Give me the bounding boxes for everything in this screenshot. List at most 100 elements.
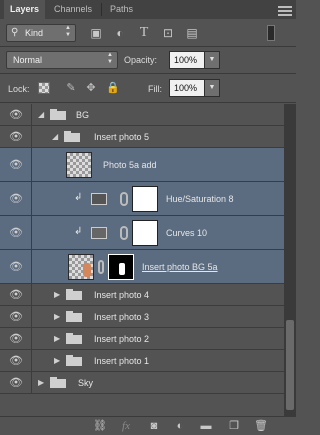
layers-scrollbar[interactable] — [284, 104, 296, 416]
layer-thumbnail — [68, 254, 94, 280]
visibility-toggle[interactable]: 👁 — [0, 306, 32, 327]
folder-icon — [66, 289, 82, 300]
select-arrows-icon: ▲ ▼ — [65, 25, 71, 38]
layer-row-insert-photo-5[interactable]: 👁 ◢ Insert photo 5 — [0, 126, 284, 148]
blend-mode-select[interactable]: Normal ▲ ▼ — [6, 51, 118, 69]
lock-label: Lock: — [8, 84, 30, 94]
visibility-toggle[interactable]: 👁 — [0, 182, 32, 215]
layer-row-sky[interactable]: 👁 ▶ Sky — [0, 372, 284, 394]
layer-row-insert-photo-2[interactable]: 👁 ▶ Insert photo 2 — [0, 328, 284, 350]
layer-name: Insert photo BG 5a — [142, 262, 218, 272]
layer-thumbnail — [66, 152, 92, 178]
layer-name: Sky — [78, 378, 94, 388]
visibility-toggle[interactable]: 👁 — [0, 328, 32, 349]
lock-position-icon[interactable]: ✥ — [84, 81, 98, 95]
link-layers-icon[interactable]: ⛓ — [92, 420, 108, 433]
filter-kind-select[interactable]: ⚲ Kind ▲ ▼ — [6, 24, 76, 42]
layer-name: Insert photo 3 — [94, 312, 150, 322]
visibility-toggle[interactable]: 👁 — [0, 284, 32, 305]
image-filter-icon[interactable]: ▣ — [88, 25, 104, 41]
folder-icon — [50, 109, 66, 120]
layer-row-insert-photo-1[interactable]: 👁 ▶ Insert photo 1 — [0, 350, 284, 372]
expand-triangle-icon[interactable]: ▶ — [38, 378, 44, 387]
lock-pixels-icon[interactable]: ✎ — [64, 81, 78, 95]
divider — [0, 46, 296, 47]
visibility-toggle[interactable]: 👁 — [0, 104, 32, 125]
layer-row-insert-photo-4[interactable]: 👁 ▶ Insert photo 4 — [0, 284, 284, 306]
visibility-toggle[interactable]: 👁 — [0, 126, 32, 147]
opacity-label: Opacity: — [124, 55, 158, 65]
fill-input[interactable]: 100% — [169, 79, 205, 97]
layer-row-photo-5a-add[interactable]: 👁 Photo 5a add — [0, 148, 284, 182]
opacity-input[interactable]: 100% — [169, 51, 205, 69]
folder-icon — [50, 377, 66, 388]
adjustment-filter-icon[interactable]: ◐ — [112, 25, 128, 41]
layer-name: Insert photo 2 — [94, 334, 150, 344]
eye-icon: 👁 — [9, 130, 23, 143]
expand-triangle-icon[interactable]: ▶ — [54, 356, 60, 365]
shape-filter-icon[interactable]: ⊡ — [160, 25, 176, 41]
blend-mode-value: Normal — [13, 55, 43, 65]
visibility-toggle[interactable]: 👁 — [0, 350, 32, 371]
link-icon[interactable] — [98, 260, 104, 274]
eye-icon: 👁 — [9, 158, 23, 171]
mask-thumbnail[interactable] — [132, 186, 158, 212]
layer-name: Photo 5a add — [103, 160, 157, 170]
eye-icon: 👁 — [9, 260, 23, 273]
select-arrows-icon: ▲ ▼ — [107, 52, 113, 65]
layer-row-hue-saturation-8[interactable]: 👁 ↲ Hue/Saturation 8 — [0, 182, 284, 216]
adjustment-layer-icon[interactable]: ◐ — [172, 420, 188, 433]
divider — [0, 73, 296, 74]
link-icon[interactable] — [120, 192, 128, 206]
lock-all-icon[interactable]: 🔒 — [106, 81, 120, 95]
delete-layer-icon[interactable]: 🗑 — [253, 420, 269, 433]
filter-toggle-switch[interactable] — [267, 25, 275, 41]
folder-icon — [66, 355, 82, 366]
eye-icon: 👁 — [9, 108, 23, 121]
layer-name: Hue/Saturation 8 — [166, 194, 234, 204]
layers-bottom-toolbar: ⛓ fx ◙ ◐ ▬ ❐ 🗑 — [0, 416, 296, 435]
scrollbar-thumb[interactable] — [286, 320, 294, 410]
fx-icon[interactable]: fx — [118, 420, 134, 433]
visibility-toggle[interactable]: 👁 — [0, 372, 32, 393]
visibility-toggle[interactable]: 👁 — [0, 216, 32, 249]
new-group-icon[interactable]: ▬ — [198, 420, 214, 433]
smart-object-filter-icon[interactable]: ▤ — [184, 25, 200, 41]
layers-list: 👁 ◢ BG 👁 ◢ Insert photo 5 👁 Photo 5a add… — [0, 104, 284, 416]
visibility-toggle[interactable]: 👁 — [0, 148, 32, 181]
curves-icon — [91, 227, 107, 239]
divider — [0, 102, 296, 103]
mask-thumbnail[interactable] — [132, 220, 158, 246]
tab-layers[interactable]: Layers — [4, 0, 46, 19]
blend-row: Normal ▲ ▼ Opacity: 100% ▼ — [0, 48, 296, 72]
expand-triangle-icon[interactable]: ◢ — [52, 132, 58, 141]
layer-row-insert-photo-bg-5a[interactable]: 👁 Insert photo BG 5a — [0, 250, 284, 284]
panel-menu-icon[interactable] — [278, 6, 292, 17]
type-filter-icon[interactable]: T — [136, 25, 152, 41]
lock-transparency-icon[interactable] — [38, 82, 50, 94]
expand-triangle-icon[interactable]: ◢ — [38, 110, 44, 119]
fill-dropdown-icon[interactable]: ▼ — [204, 79, 220, 97]
visibility-toggle[interactable]: 👁 — [0, 250, 32, 283]
layer-row-bg[interactable]: 👁 ◢ BG — [0, 104, 284, 126]
tab-separator — [101, 3, 102, 16]
layer-row-insert-photo-3[interactable]: 👁 ▶ Insert photo 3 — [0, 306, 284, 328]
tab-channels[interactable]: Channels — [48, 0, 98, 19]
mask-thumbnail[interactable] — [108, 254, 134, 280]
opacity-dropdown-icon[interactable]: ▼ — [204, 51, 220, 69]
eye-icon: 👁 — [9, 192, 23, 205]
tab-paths[interactable]: Paths — [104, 0, 139, 19]
expand-triangle-icon[interactable]: ▶ — [54, 312, 60, 321]
expand-triangle-icon[interactable]: ▶ — [54, 290, 60, 299]
add-mask-icon[interactable]: ◙ — [146, 420, 162, 433]
lock-row: Lock: ✎ ✥ 🔒 Fill: 100% ▼ — [0, 75, 296, 101]
new-layer-icon[interactable]: ❐ — [226, 420, 242, 433]
link-icon[interactable] — [120, 226, 128, 240]
clipping-arrow-icon: ↲ — [74, 226, 83, 237]
folder-icon — [64, 131, 80, 142]
eye-icon: 👁 — [9, 226, 23, 239]
expand-triangle-icon[interactable]: ▶ — [54, 334, 60, 343]
eye-icon: 👁 — [9, 332, 23, 345]
layer-name: Insert photo 4 — [94, 290, 150, 300]
layer-row-curves-10[interactable]: 👁 ↲ Curves 10 — [0, 216, 284, 250]
